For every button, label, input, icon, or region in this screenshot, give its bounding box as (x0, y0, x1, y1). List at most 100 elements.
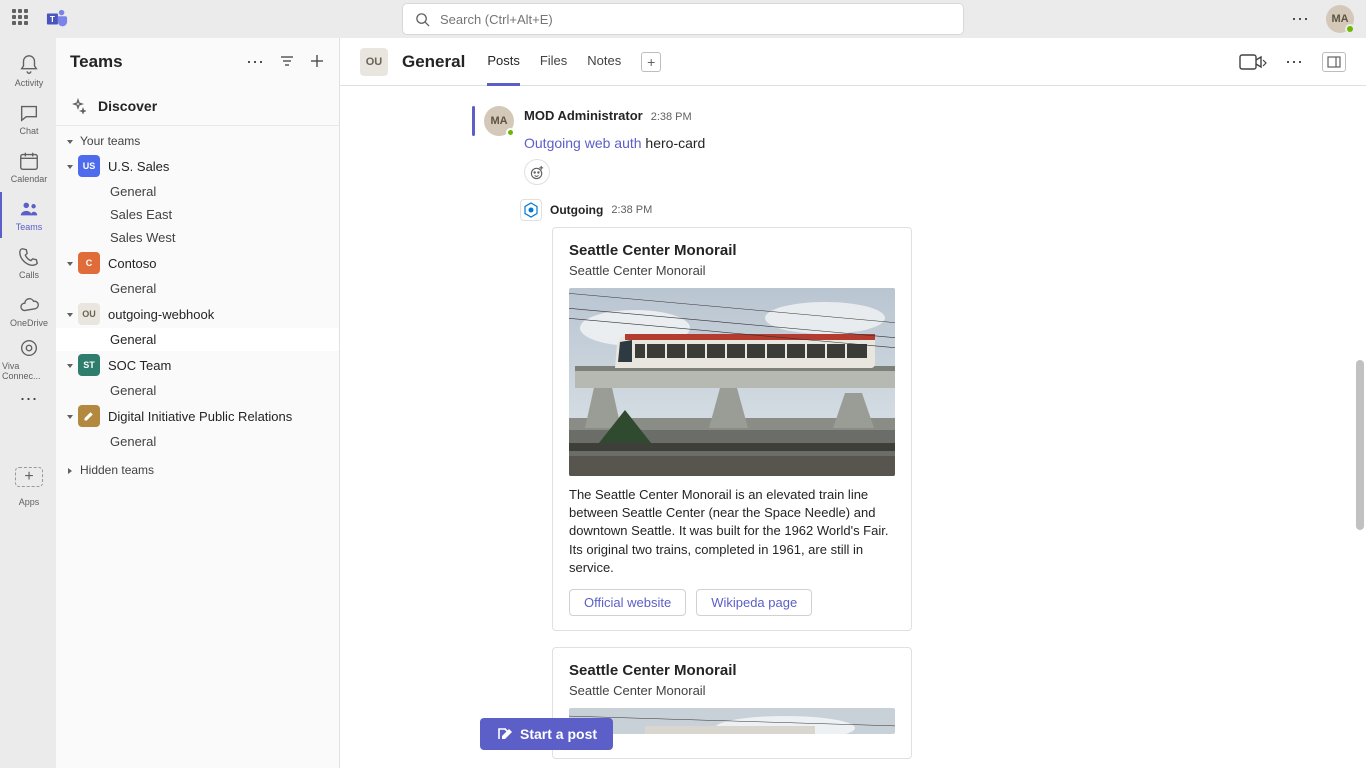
rail-label: Chat (19, 126, 38, 136)
message-timestamp: 2:38 PM (651, 111, 692, 123)
team-contoso[interactable]: C Contoso (56, 249, 339, 277)
wikipedia-page-button[interactable]: Wikipeda page (696, 589, 812, 616)
channel-avatar: OU (360, 48, 388, 76)
tab-posts[interactable]: Posts (487, 38, 520, 86)
avatar-initials: MA (1331, 13, 1348, 25)
author-name[interactable]: MOD Administrator (524, 108, 643, 123)
team-avatar: C (78, 252, 100, 274)
rail-more[interactable]: ⋯ (0, 384, 56, 414)
rail-viva-connections[interactable]: Viva Connec... (0, 336, 56, 382)
add-tab-button[interactable]: + (641, 52, 661, 72)
rail-label: Calls (19, 270, 39, 280)
message-text: hero-card (642, 135, 706, 151)
author-avatar[interactable]: MA (484, 106, 514, 136)
official-website-button[interactable]: Official website (569, 589, 686, 616)
rail-label: Activity (15, 78, 44, 88)
user-avatar[interactable]: MA (1326, 5, 1354, 33)
search-box[interactable] (403, 4, 963, 34)
filter-icon[interactable] (279, 53, 295, 69)
team-name: Digital Initiative Public Relations (108, 409, 292, 424)
webhook-icon (523, 202, 539, 218)
team-soc[interactable]: STSOC Team (56, 351, 339, 379)
teams-more-icon[interactable]: ⋯ (246, 53, 265, 71)
start-post-button[interactable]: Start a post (480, 718, 613, 750)
phone-icon (18, 246, 40, 268)
toggle-pane-icon[interactable] (1322, 52, 1346, 72)
app-rail: Activity Chat Calendar Teams Calls OneDr… (0, 38, 56, 768)
compose-label: Start a post (520, 726, 597, 742)
channel-general[interactable]: General (56, 328, 339, 351)
outgoing-web-auth-link[interactable]: Outgoing web auth (524, 135, 642, 151)
team-outgoing-webhook[interactable]: OUoutgoing-webhook (56, 300, 339, 328)
team-us-sales[interactable]: USU.S. Sales (56, 152, 339, 180)
bot-avatar[interactable] (520, 199, 542, 221)
team-name: outgoing-webhook (108, 307, 214, 322)
title-bar: T ⋯ MA (0, 0, 1366, 38)
bot-header: Outgoing 2:38 PM (520, 199, 1366, 221)
discover-label: Discover (98, 98, 157, 114)
message-body: Outgoing web auth hero-card (524, 135, 1342, 151)
rail-apps[interactable]: + Apps (0, 460, 56, 506)
more-icon: ⋯ (20, 390, 39, 408)
team-avatar: ST (78, 354, 100, 376)
message: MA MOD Administrator 2:38 PM Outgoing we… (340, 102, 1366, 185)
rail-onedrive[interactable]: OneDrive (0, 288, 56, 334)
team-name: Contoso (108, 256, 156, 271)
rail-chat[interactable]: Chat (0, 96, 56, 142)
viva-icon (18, 337, 40, 359)
channel-sales-east[interactable]: Sales East (56, 203, 339, 226)
teams-tree: Your teams USU.S. Sales General Sales Ea… (56, 126, 339, 768)
sparkle-icon (70, 98, 86, 114)
compose-icon (496, 726, 512, 742)
cloud-icon (18, 294, 40, 316)
tab-files[interactable]: Files (540, 38, 567, 86)
tab-notes[interactable]: Notes (587, 38, 621, 86)
app-launcher-icon[interactable] (12, 9, 32, 29)
rail-teams[interactable]: Teams (0, 192, 56, 238)
rail-calls[interactable]: Calls (0, 240, 56, 286)
team-digital-initiative[interactable]: Digital Initiative Public Relations (56, 402, 339, 430)
chat-icon (18, 102, 40, 124)
card-image (569, 288, 895, 476)
bot-name[interactable]: Outgoing (550, 203, 603, 217)
rail-activity[interactable]: Activity (0, 48, 56, 94)
presence-available-icon (1345, 24, 1355, 34)
create-team-icon[interactable] (309, 53, 325, 69)
channel-general[interactable]: General (56, 180, 339, 203)
channel-general[interactable]: General (56, 277, 339, 300)
people-icon (18, 198, 40, 220)
card-image (569, 708, 895, 734)
bot-timestamp: 2:38 PM (611, 204, 652, 216)
emoji-add-icon (530, 165, 545, 180)
settings-more-icon[interactable]: ⋯ (1291, 10, 1310, 28)
add-reaction-button[interactable] (524, 159, 550, 185)
channel-general[interactable]: General (56, 379, 339, 402)
search-input[interactable] (440, 12, 951, 27)
card-subtitle: Seattle Center Monorail (569, 683, 895, 698)
calendar-icon (18, 150, 40, 172)
message-indicator (472, 106, 475, 136)
bell-icon (18, 54, 40, 76)
team-avatar (78, 405, 100, 427)
channel-more-icon[interactable]: ⋯ (1285, 53, 1304, 71)
panel-title: Teams (70, 52, 246, 72)
rail-calendar[interactable]: Calendar (0, 144, 56, 190)
rail-label: Apps (19, 497, 40, 507)
scrollbar-thumb[interactable] (1356, 360, 1364, 530)
rail-label: Teams (16, 222, 43, 232)
card-subtitle: Seattle Center Monorail (569, 263, 895, 278)
apps-add-icon: + (15, 467, 43, 487)
channel-header: OU General Posts Files Notes + ⋯ (340, 38, 1366, 86)
discover-button[interactable]: Discover (56, 86, 339, 126)
channel-general[interactable]: General (56, 430, 339, 453)
message-list[interactable]: MA MOD Administrator 2:38 PM Outgoing we… (340, 86, 1366, 768)
svg-text:T: T (50, 15, 55, 24)
hidden-teams-section[interactable]: Hidden teams (56, 459, 339, 481)
channel-name: General (402, 52, 465, 72)
channel-sales-west[interactable]: Sales West (56, 226, 339, 249)
card-title: Seattle Center Monorail (569, 662, 895, 679)
presence-available-icon (506, 128, 515, 137)
channel-content: OU General Posts Files Notes + ⋯ MA MOD … (340, 38, 1366, 768)
your-teams-section[interactable]: Your teams (56, 130, 339, 152)
meet-button[interactable] (1239, 53, 1267, 71)
